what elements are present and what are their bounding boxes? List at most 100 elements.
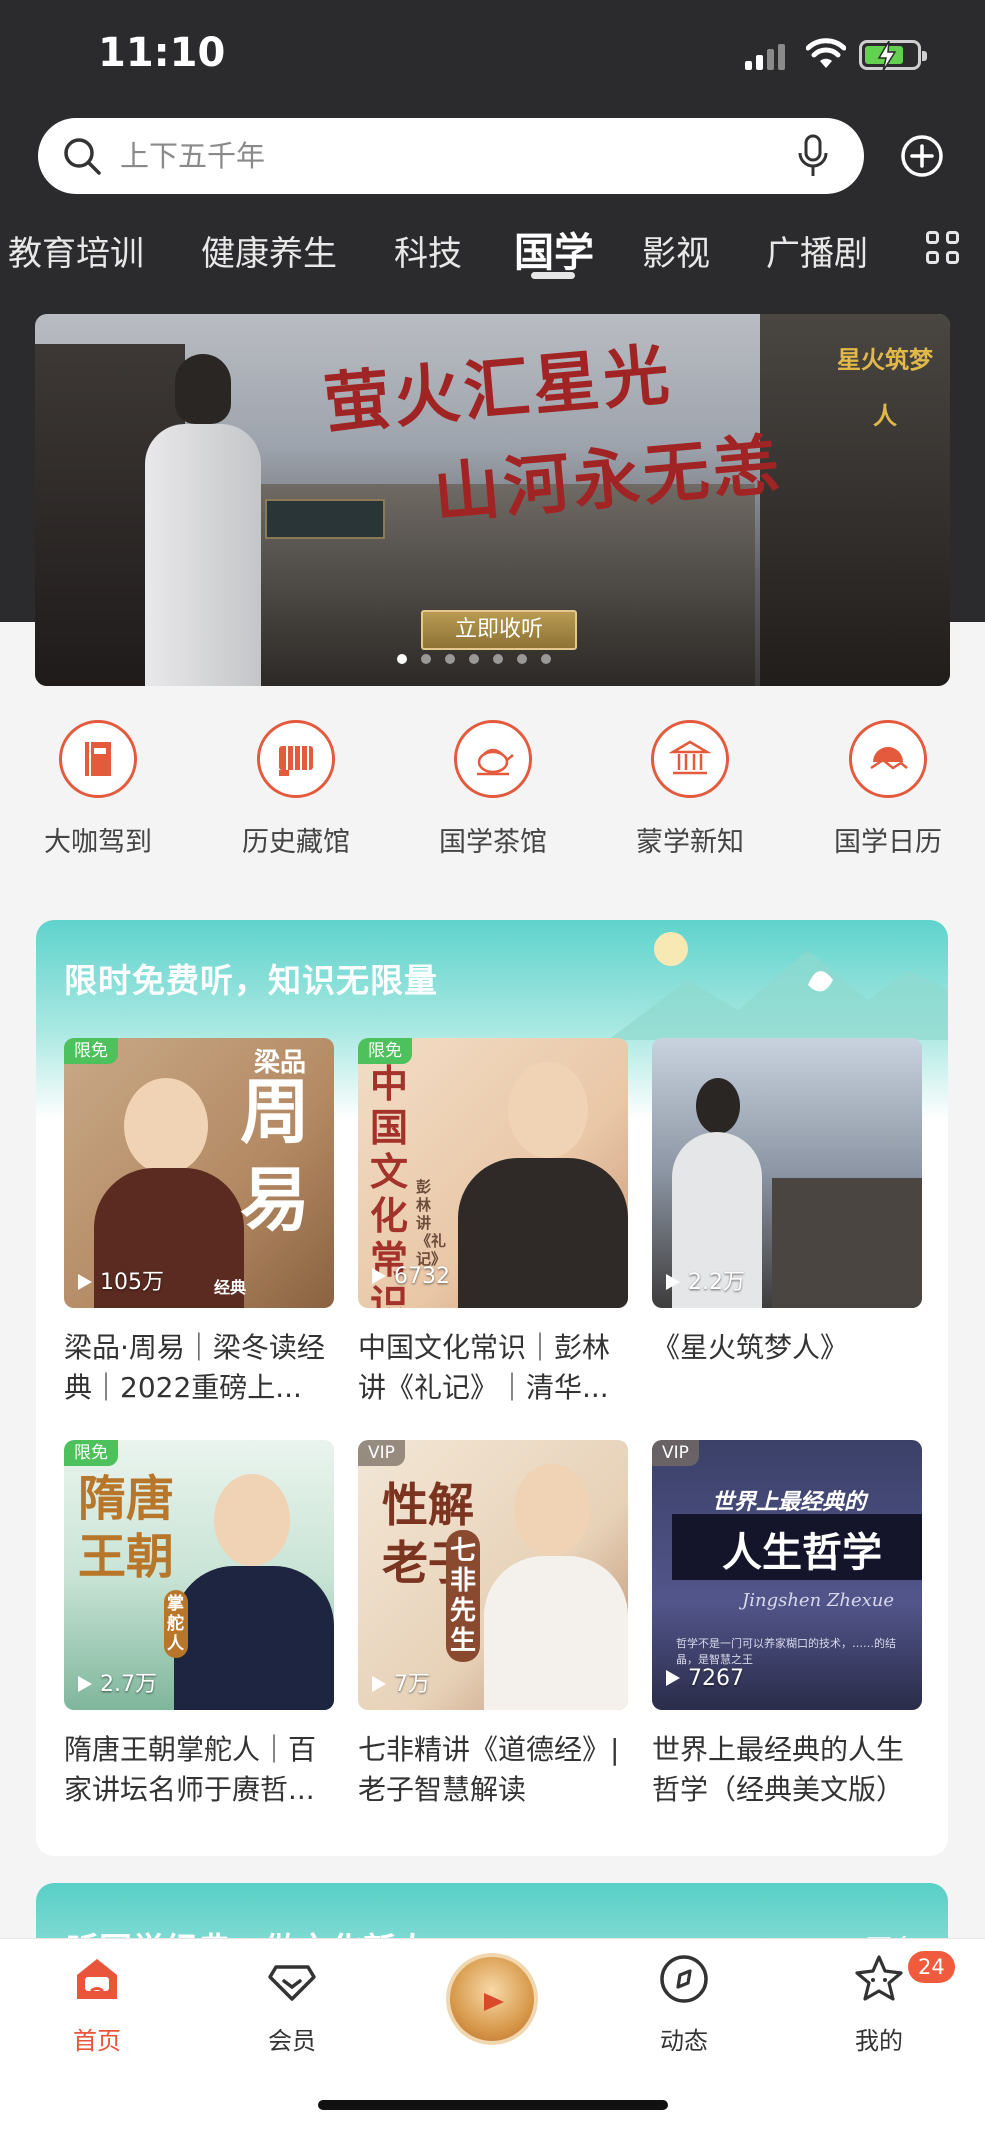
banner-dot bbox=[493, 654, 503, 664]
play-count: 105万 bbox=[78, 1264, 164, 1296]
nav-home[interactable]: 首页 bbox=[37, 1953, 157, 2063]
vinyl-player-icon bbox=[484, 1993, 504, 2011]
quick-entry-label: 历史藏馆 bbox=[242, 827, 350, 858]
play-count: 2.7万 bbox=[78, 1666, 157, 1698]
status-bar: 11:10 bbox=[0, 0, 985, 110]
search-icon bbox=[64, 138, 101, 175]
vip-badge: VIP bbox=[652, 1440, 699, 1466]
play-count: 7267 bbox=[666, 1666, 744, 1691]
book-icon bbox=[85, 742, 111, 776]
search-bar[interactable] bbox=[38, 118, 864, 194]
play-icon bbox=[666, 1274, 680, 1290]
quick-entry-calendar[interactable]: 国学日历 bbox=[818, 720, 958, 860]
home-indicator bbox=[318, 2100, 668, 2110]
tab-education[interactable]: 教育培训 bbox=[8, 226, 144, 275]
teapot-icon bbox=[477, 748, 514, 776]
tab-guoxue[interactable]: 国学 bbox=[514, 220, 594, 278]
audiobook-card[interactable]: 性解老子 七非先生 VIP 7万 七非精讲《道德经》|老子智慧解读 bbox=[358, 1440, 628, 1820]
add-circle-icon[interactable] bbox=[900, 134, 944, 178]
free-badge: 限免 bbox=[64, 1038, 118, 1064]
audiobook-cover: 2.2万 bbox=[652, 1038, 922, 1308]
quick-entry-label: 蒙学新知 bbox=[636, 827, 744, 858]
banner-dot bbox=[517, 654, 527, 664]
tab-technology[interactable]: 科技 bbox=[394, 226, 462, 275]
banner-logo: 星火筑梦人 bbox=[837, 346, 933, 430]
nav-label: 动态 bbox=[660, 2027, 708, 2055]
sunrise-icon bbox=[870, 747, 908, 770]
nav-feed[interactable]: 动态 bbox=[624, 1953, 744, 2063]
active-tab-indicator bbox=[531, 272, 575, 279]
signal-icon bbox=[745, 44, 787, 70]
play-count: 7万 bbox=[372, 1666, 430, 1698]
free-listening-section: 限时免费听，知识无限量 梁品 周易 经典 限免 105万 梁品·周易｜梁冬读经典… bbox=[36, 920, 948, 1856]
nav-label: 会员 bbox=[268, 2027, 316, 2055]
audiobook-cover: 中国文化常识 彭林讲《礼记》 限免 6732 bbox=[358, 1038, 628, 1308]
diamond-icon bbox=[268, 1965, 316, 2001]
temple-icon bbox=[669, 740, 711, 775]
tab-radio-drama[interactable]: 广播剧 bbox=[766, 226, 868, 275]
nav-label: 我的 bbox=[855, 2027, 903, 2055]
banner-dot bbox=[469, 654, 479, 664]
section-title: 限时免费听，知识无限量 bbox=[64, 961, 438, 1000]
free-badge: 限免 bbox=[64, 1440, 118, 1466]
audiobook-title: 中国文化常识｜彭林讲《礼记》｜清华... bbox=[358, 1331, 611, 1404]
audiobook-cover: 世界上最经典的 人生哲学 Jingshen Zhexue 哲学不是一门可以养家糊… bbox=[652, 1440, 922, 1710]
play-icon bbox=[372, 1676, 386, 1692]
banner-listen-button[interactable]: 立即收听 bbox=[421, 610, 577, 650]
status-time: 11:10 bbox=[98, 30, 226, 76]
banner-dot bbox=[445, 654, 455, 664]
quick-entry-label: 国学日历 bbox=[834, 827, 942, 858]
play-icon bbox=[78, 1676, 92, 1692]
audiobook-title: 七非精讲《道德经》|老子智慧解读 bbox=[358, 1733, 620, 1806]
notification-badge: 24 bbox=[908, 1951, 955, 1983]
nav-label: 首页 bbox=[73, 2027, 121, 2055]
bamboo-scroll-icon bbox=[279, 746, 313, 776]
audiobook-card[interactable]: 隋唐王朝 掌舵人 限免 2.7万 隋唐王朝掌舵人｜百家讲坛名师于赓哲... bbox=[64, 1440, 334, 1820]
category-tabs: 教育培训 健康养生 科技 国学 影视 广播剧 bbox=[0, 220, 985, 290]
banner-dot bbox=[397, 654, 407, 664]
compass-icon bbox=[660, 1955, 708, 2003]
banner-street-sign bbox=[265, 499, 385, 539]
wifi-icon bbox=[806, 38, 846, 68]
profile-star-icon bbox=[855, 1955, 903, 2001]
audiobook-cover: 性解老子 七非先生 VIP 7万 bbox=[358, 1440, 628, 1710]
quick-entry-enlightenment[interactable]: 蒙学新知 bbox=[620, 720, 760, 860]
audiobook-card[interactable]: 梁品 周易 经典 限免 105万 梁品·周易｜梁冬读经典｜2022重磅上... bbox=[64, 1038, 334, 1418]
tab-health[interactable]: 健康养生 bbox=[201, 226, 337, 275]
search-input[interactable] bbox=[120, 134, 720, 178]
nav-membership[interactable]: 会员 bbox=[232, 1953, 352, 2063]
now-playing-button[interactable] bbox=[446, 1953, 538, 2045]
banner-dot bbox=[541, 654, 551, 664]
audiobook-card[interactable]: 世界上最经典的 人生哲学 Jingshen Zhexue 哲学不是一门可以养家糊… bbox=[652, 1440, 922, 1820]
audiobook-card[interactable]: 2.2万 《星火筑梦人》 bbox=[652, 1038, 922, 1418]
quick-entry-history[interactable]: 历史藏馆 bbox=[226, 720, 366, 860]
promo-banner[interactable]: 萤火汇星光 山河永无恙 星火筑梦人 立即收听 bbox=[35, 314, 950, 686]
play-icon bbox=[372, 1268, 386, 1284]
audiobook-title: 《星火筑梦人》 bbox=[652, 1331, 849, 1364]
play-icon bbox=[666, 1670, 680, 1686]
quick-entry-label: 国学茶馆 bbox=[439, 827, 547, 858]
home-icon bbox=[77, 1959, 117, 1999]
quick-entry-teahouse[interactable]: 国学茶馆 bbox=[423, 720, 563, 860]
quick-entry-celebrity[interactable]: 大咖驾到 bbox=[28, 720, 168, 860]
quick-entry-row: 大咖驾到 历史藏馆 国学茶馆 蒙学新知 国学日历 bbox=[0, 720, 985, 860]
tab-film[interactable]: 影视 bbox=[642, 226, 710, 275]
free-badge: 限免 bbox=[358, 1038, 412, 1064]
audiobook-cover: 隋唐王朝 掌舵人 限免 2.7万 bbox=[64, 1440, 334, 1710]
quick-entry-label: 大咖驾到 bbox=[44, 827, 152, 858]
vip-badge: VIP bbox=[358, 1440, 405, 1466]
audiobook-title: 梁品·周易｜梁冬读经典｜2022重磅上... bbox=[64, 1331, 325, 1404]
grid-menu-icon[interactable] bbox=[926, 231, 960, 265]
banner-character bbox=[135, 354, 265, 686]
audiobook-cover: 梁品 周易 经典 限免 105万 bbox=[64, 1038, 334, 1308]
battery-icon bbox=[859, 40, 927, 71]
mountain-decoration bbox=[608, 950, 948, 1040]
audiobook-title: 世界上最经典的人生哲学（经典美文版） bbox=[652, 1733, 905, 1806]
play-count: 2.2万 bbox=[666, 1264, 745, 1296]
audiobook-card[interactable]: 中国文化常识 彭林讲《礼记》 限免 6732 中国文化常识｜彭林讲《礼记》｜清华… bbox=[358, 1038, 628, 1418]
audiobook-title: 隋唐王朝掌舵人｜百家讲坛名师于赓哲... bbox=[64, 1733, 317, 1806]
banner-dot bbox=[421, 654, 431, 664]
microphone-icon[interactable] bbox=[795, 134, 831, 178]
play-icon bbox=[78, 1274, 92, 1290]
play-count: 6732 bbox=[372, 1264, 450, 1289]
